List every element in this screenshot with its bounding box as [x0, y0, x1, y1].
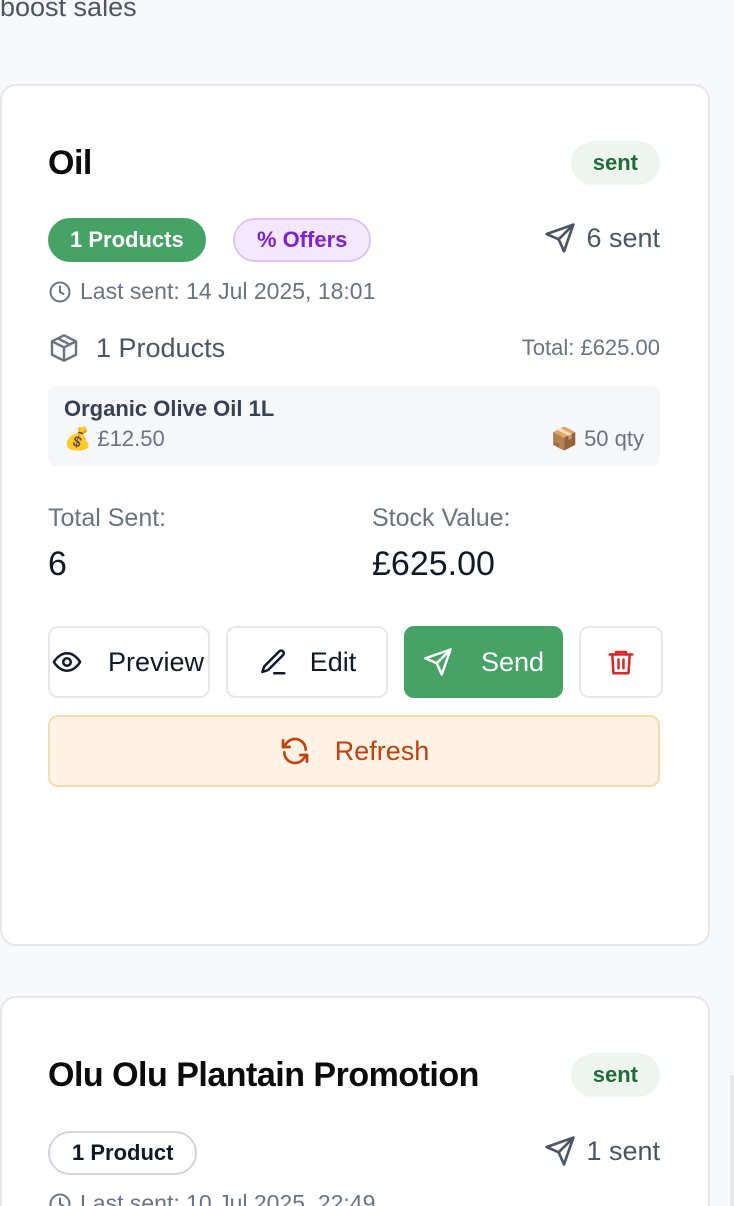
send-button[interactable]: Send [404, 626, 563, 698]
refresh-icon [281, 737, 309, 765]
product-qty: 📦 50 qty [551, 426, 644, 452]
campaign-card: Olu Olu Plantain Promotion sent 1 Produc… [0, 996, 710, 1206]
product-name: Organic Olive Oil 1L [64, 396, 275, 421]
preview-button[interactable]: Preview [48, 626, 210, 698]
intro-text: boost sales [0, 0, 137, 22]
refresh-label: Refresh [334, 735, 430, 766]
pencil-icon [260, 649, 286, 675]
products-heading: 1 Products [48, 332, 225, 364]
clock-icon [49, 1193, 71, 1206]
trash-icon [608, 650, 634, 675]
send-icon [545, 223, 576, 253]
package-icon [50, 334, 78, 362]
last-sent: Last sent: 14 Jul 2025, 18:01 [48, 278, 375, 305]
clock-icon [49, 281, 71, 302]
last-sent: Last sent: 10 Jul 2025, 22:49 [48, 1190, 375, 1206]
sent-count-label: 6 sent [586, 222, 660, 253]
last-sent-label: Last sent: 14 Jul 2025, 18:01 [80, 278, 376, 304]
campaigns-page: boost sales Oil sent 1 Products % Offers… [0, 0, 734, 1206]
status-badge: sent [570, 1053, 660, 1097]
product-item: Organic Olive Oil 1L 💰 £12.50 📦 50 qty [48, 386, 660, 466]
refresh-button[interactable]: Refresh [48, 715, 660, 787]
percent-icon: % [257, 227, 277, 252]
products-label: 1 Products [96, 332, 226, 363]
products-count-badge: 1 Product [48, 1131, 198, 1175]
campaign-title: Olu Olu Plantain Promotion [48, 1056, 479, 1094]
overlay-edge [730, 1075, 734, 1206]
delete-button[interactable] [579, 626, 663, 698]
send-label: Send [480, 646, 545, 677]
package-emoji-icon: 📦 [550, 427, 579, 452]
edit-label: Edit [309, 646, 357, 677]
products-total: Total: £625.00 [521, 335, 660, 360]
stock-value-label: Stock Value: [372, 504, 511, 532]
total-sent-label: Total Sent: [48, 504, 167, 532]
stock-value-stat: Stock Value: £625.00 [372, 504, 511, 584]
stock-value-value: £625.00 [372, 545, 495, 583]
money-bag-icon: 💰 [64, 427, 92, 452]
products-count-badge: 1 Products [48, 218, 206, 262]
status-badge: sent [570, 141, 660, 185]
campaign-card: Oil sent 1 Products % Offers 6 sent Last… [0, 84, 710, 946]
product-meta: 💰 £12.50 📦 50 qty [64, 426, 644, 452]
preview-label: Preview [108, 646, 205, 677]
edit-button[interactable]: Edit [226, 626, 388, 698]
product-price: 💰 £12.50 [64, 426, 165, 452]
send-icon [545, 1136, 576, 1166]
total-sent-value: 6 [48, 545, 67, 583]
products-summary: 1 Products Total: £625.00 [48, 332, 660, 364]
sent-count: 6 sent [544, 222, 660, 254]
total-sent-stat: Total Sent: 6 [48, 504, 166, 584]
sent-count-label: 1 sent [586, 1135, 660, 1166]
product-price-value: £12.50 [97, 426, 165, 451]
product-qty-value: 50 qty [584, 426, 644, 451]
offers-label: Offers [282, 227, 348, 252]
send-icon [424, 648, 452, 676]
eye-icon [52, 652, 82, 672]
last-sent-label: Last sent: 10 Jul 2025, 22:49 [80, 1190, 376, 1206]
campaign-title: Oil [48, 144, 92, 182]
sent-count: 1 sent [544, 1135, 660, 1167]
offers-badge: % Offers [233, 218, 372, 262]
